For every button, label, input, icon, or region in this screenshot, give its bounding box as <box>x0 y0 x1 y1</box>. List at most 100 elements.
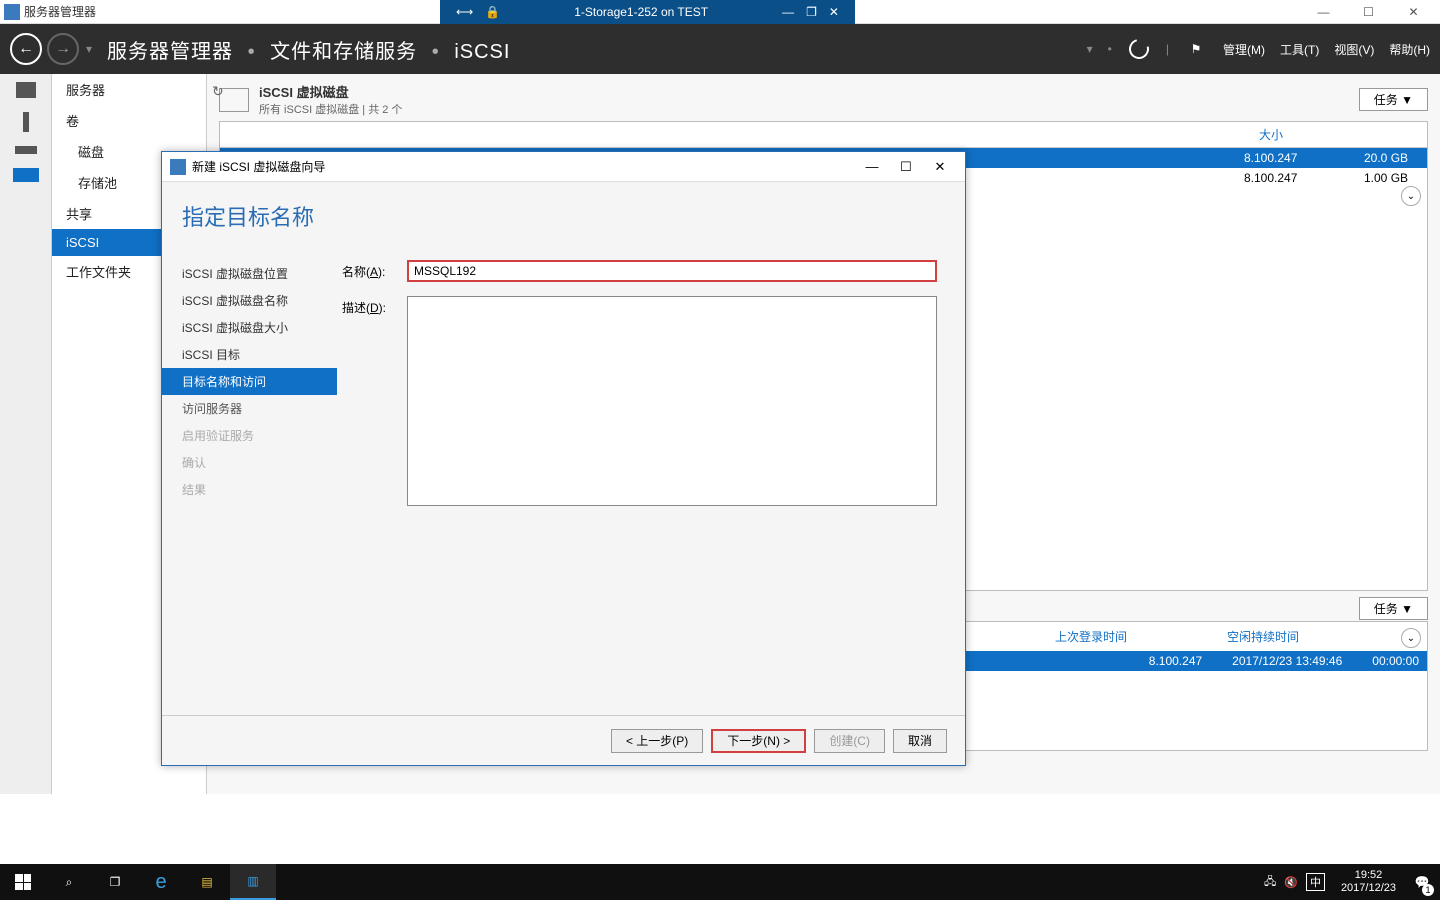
wizard-close-button[interactable]: ✕ <box>923 156 957 178</box>
cancel-button[interactable]: 取消 <box>893 729 947 753</box>
iconbar-volumes-icon[interactable] <box>23 112 29 132</box>
file-explorer-icon[interactable]: ▤ <box>184 864 230 900</box>
breadcrumb-sep-icon: • <box>248 41 256 63</box>
lock-icon[interactable]: 🔒 <box>485 5 500 19</box>
cell-idle: 00:00:00 <box>1372 654 1419 668</box>
description-label: 描述(D): <box>342 296 407 316</box>
ie-icon[interactable]: e <box>138 864 184 900</box>
previous-button[interactable]: < 上一步(P) <box>611 729 703 753</box>
new-iscsi-wizard: 新建 iSCSI 虚拟磁盘向导 — ☐ ✕ 指定目标名称 iSCSI 虚拟磁盘位… <box>161 151 966 766</box>
left-iconbar <box>0 74 52 794</box>
close-button[interactable]: ✕ <box>1391 1 1436 23</box>
wizard-maximize-button[interactable]: ☐ <box>889 156 923 178</box>
tasks-dropdown[interactable]: 任务 ▼ <box>1359 88 1428 111</box>
iconbar-iscsi-icon[interactable] <box>13 168 39 182</box>
cell-ip: 8.100.247 <box>1149 654 1202 668</box>
menu-help[interactable]: 帮助(H) <box>1389 41 1430 58</box>
breadcrumb-sep-icon: • <box>432 41 440 63</box>
separator: | <box>1166 42 1169 56</box>
ime-indicator[interactable]: 中 <box>1306 873 1325 891</box>
volume-icon[interactable]: 🔇 <box>1284 876 1298 889</box>
panel-header: iSCSI 虚拟磁盘 所有 iSCSI 虚拟磁盘 | 共 2 个 任务 ▼ <box>219 82 1428 117</box>
iconbar-disks-icon[interactable] <box>15 146 37 154</box>
breadcrumb: 服务器管理器 • 文件和存储服务 • iSCSI <box>107 35 510 64</box>
disk-icon <box>219 88 249 112</box>
maximize-button[interactable]: ☐ <box>1346 1 1391 23</box>
action-center-button[interactable]: 💬1 <box>1404 864 1440 900</box>
panel-subtitle: 所有 iSCSI 虚拟磁盘 | 共 2 个 <box>259 101 402 117</box>
collapse-button[interactable]: ⌄ <box>1401 186 1421 206</box>
wizard-step-disk-name[interactable]: iSCSI 虚拟磁盘名称 <box>162 287 337 314</box>
history-dropdown-icon[interactable]: ▾ <box>86 42 92 56</box>
dropdown-icon[interactable]: ▾ <box>1087 42 1093 56</box>
menu-tools[interactable]: 工具(T) <box>1280 41 1319 58</box>
wizard-steps-nav: iSCSI 虚拟磁盘位置 iSCSI 虚拟磁盘名称 iSCSI 虚拟磁盘大小 i… <box>162 242 337 715</box>
collapse-button[interactable]: ⌄ <box>1401 628 1421 648</box>
cell-size: 20.0 GB <box>1364 151 1419 165</box>
cell-ip: 8.100.247 <box>1244 151 1324 165</box>
wizard-step-confirm: 确认 <box>162 449 337 476</box>
clock-time: 19:52 <box>1355 869 1383 882</box>
column-idle[interactable]: 空闲持续时间 <box>1227 628 1299 645</box>
wizard-step-access-servers[interactable]: 访问服务器 <box>162 395 337 422</box>
menu-manage[interactable]: 管理(M) <box>1223 41 1265 58</box>
wizard-heading: 指定目标名称 <box>182 200 945 232</box>
app-title: 服务器管理器 <box>24 3 96 20</box>
breadcrumb-root[interactable]: 服务器管理器 <box>107 41 233 63</box>
wizard-step-result: 结果 <box>162 476 337 503</box>
lower-tasks-dropdown[interactable]: 任务 ▼ <box>1359 597 1428 620</box>
breadcrumb-mid[interactable]: 文件和存储服务 <box>270 41 417 63</box>
pin-icon[interactable]: ⟷ <box>456 5 473 19</box>
remote-window-controls: — ❐ ✕ <box>766 0 855 24</box>
taskbar: ⌕ ❐ e ▤ ▥ 🖧 🔇 中 19:52 2017/12/23 💬1 <box>0 864 1440 900</box>
clock[interactable]: 19:52 2017/12/23 <box>1333 869 1404 895</box>
cell-ip: 8.100.247 <box>1244 171 1324 185</box>
sidebar-item-volumes[interactable]: 卷 <box>52 105 206 136</box>
server-manager-task-icon[interactable]: ▥ <box>230 864 276 900</box>
remote-restore-button[interactable]: ❐ <box>806 5 817 19</box>
menu-view[interactable]: 视图(V) <box>1334 41 1374 58</box>
wizard-title: 新建 iSCSI 虚拟磁盘向导 <box>192 158 325 175</box>
sidebar-item-servers[interactable]: 服务器 <box>52 74 206 105</box>
notifications-flag-icon[interactable]: ⚑ <box>1184 37 1208 61</box>
app-icon <box>4 4 20 20</box>
wizard-step-target[interactable]: iSCSI 目标 <box>162 341 337 368</box>
wizard-step-disk-size[interactable]: iSCSI 虚拟磁盘大小 <box>162 314 337 341</box>
name-input[interactable] <box>407 260 937 282</box>
clock-date: 2017/12/23 <box>1341 882 1396 895</box>
forward-button[interactable]: → <box>47 33 79 65</box>
remote-connection-bar: ⟷ 🔒 1-Storage1-252 on TEST — ❐ ✕ <box>440 0 855 24</box>
system-tray: 🖧 🔇 中 <box>1256 873 1333 892</box>
network-icon[interactable]: 🖧 <box>1264 873 1276 892</box>
column-last-login[interactable]: 上次登录时间 <box>1055 628 1127 645</box>
create-button: 创建(C) <box>814 729 885 753</box>
column-size[interactable]: 大小 <box>1259 126 1319 143</box>
start-button[interactable] <box>0 864 46 900</box>
cell-date: 2017/12/23 13:49:46 <box>1232 654 1342 668</box>
description-input[interactable] <box>407 296 937 506</box>
minimize-button[interactable]: — <box>1301 1 1346 23</box>
notification-badge: 1 <box>1422 884 1434 896</box>
wizard-step-target-name[interactable]: 目标名称和访问 <box>162 368 337 395</box>
search-button[interactable]: ⌕ <box>46 864 92 900</box>
wizard-step-auth: 启用验证服务 <box>162 422 337 449</box>
back-button[interactable]: ← <box>10 33 42 65</box>
panel-title: iSCSI 虚拟磁盘 <box>259 82 402 101</box>
separator: • <box>1108 42 1112 56</box>
next-button[interactable]: 下一步(N) > <box>711 729 806 753</box>
iconbar-servers-icon[interactable] <box>16 82 36 98</box>
wizard-minimize-button[interactable]: — <box>855 156 889 178</box>
cell-size: 1.00 GB <box>1364 171 1419 185</box>
task-view-button[interactable]: ❐ <box>92 864 138 900</box>
remote-close-button[interactable]: ✕ <box>829 5 839 19</box>
server-manager-header: ← → ▾ 服务器管理器 • 文件和存储服务 • iSCSI ▾ • | ⚑ 管… <box>0 24 1440 74</box>
wizard-titlebar: 新建 iSCSI 虚拟磁盘向导 — ☐ ✕ <box>162 152 965 182</box>
wizard-heading-area: 指定目标名称 <box>162 182 965 242</box>
wizard-footer: < 上一步(P) 下一步(N) > 创建(C) 取消 <box>162 715 965 765</box>
remote-pin-section: ⟷ 🔒 <box>440 0 516 24</box>
wizard-step-disk-location[interactable]: iSCSI 虚拟磁盘位置 <box>162 260 337 287</box>
remote-minimize-button[interactable]: — <box>782 5 794 19</box>
refresh-button[interactable] <box>1127 37 1151 61</box>
remote-title: 1-Storage1-252 on TEST <box>516 0 766 24</box>
name-label: 名称(A): <box>342 260 407 280</box>
